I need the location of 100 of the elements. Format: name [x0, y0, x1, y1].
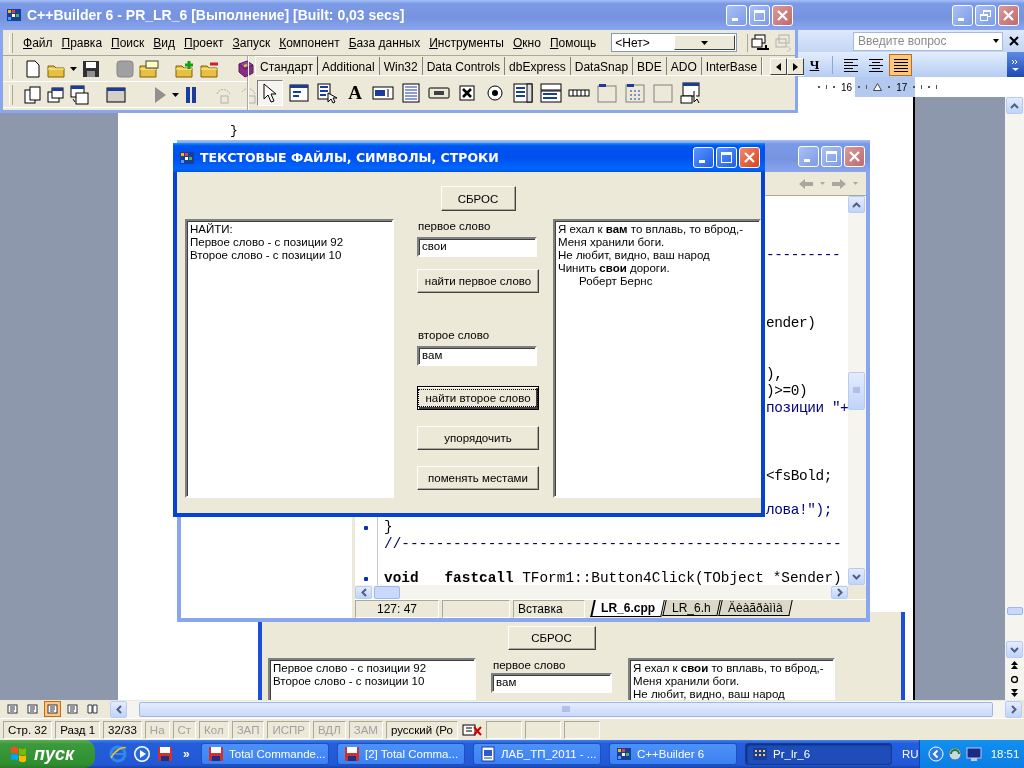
view-units-icon[interactable] [24, 85, 42, 104]
close-button[interactable] [998, 4, 1019, 26]
close-button[interactable] [772, 4, 793, 26]
pause-icon[interactable] [184, 85, 198, 104]
palette-tab[interactable]: Win32 [379, 57, 423, 75]
minimize-button[interactable] [952, 4, 973, 26]
action-button[interactable]: найти второе слово [417, 386, 539, 410]
action-list-icon[interactable] [680, 82, 702, 104]
menu-item[interactable]: Окно [509, 33, 545, 52]
browser-icon[interactable] [109, 745, 127, 763]
scroll-down-button[interactable] [848, 568, 865, 585]
maximize-button[interactable] [749, 4, 770, 26]
menu-item[interactable]: Файл [19, 33, 57, 52]
view-forms-icon[interactable] [47, 85, 65, 104]
monitor-icon[interactable] [965, 746, 982, 762]
main-menu-icon[interactable] [288, 82, 310, 104]
checkbox-icon[interactable] [456, 82, 478, 104]
palette-tab[interactable]: Data Controls [422, 57, 506, 75]
justify-button[interactable] [889, 53, 912, 76]
palette-tab[interactable]: InterBase [701, 57, 763, 75]
target-combo[interactable]: <Нет> [611, 33, 738, 52]
text-field[interactable]: вам [417, 346, 537, 366]
dropdown-caret-icon[interactable] [70, 66, 77, 71]
tab-stop-icon[interactable] [873, 83, 883, 91]
scroll-up-button[interactable] [1006, 97, 1023, 114]
palette-tab[interactable]: Стандарт [255, 56, 318, 75]
label-component-glyph[interactable]: A [343, 81, 367, 105]
palette-scroll-left-button[interactable] [770, 58, 788, 75]
text-field[interactable]: свои [417, 237, 537, 257]
print-view-button[interactable] [44, 701, 61, 717]
toolbar-options-button[interactable] [1007, 52, 1024, 77]
toggle-form-unit-icon[interactable] [70, 84, 90, 105]
normal-view-button[interactable] [4, 701, 21, 717]
palette-tab[interactable]: dbExpress [505, 57, 571, 75]
taskbar-button[interactable]: Pr_lr_6 [745, 743, 892, 765]
restore-button[interactable] [975, 4, 996, 26]
menu-item[interactable]: Инструменты [425, 33, 508, 52]
action-button[interactable]: поменять местами [417, 466, 539, 490]
file-tab[interactable]: LR_6.cpp [590, 600, 665, 617]
action-button[interactable]: упорядочить [417, 426, 539, 450]
action-button[interactable]: найти первое слово [417, 269, 539, 293]
open-project-icon[interactable] [139, 59, 159, 78]
radio-button-icon[interactable] [484, 82, 506, 104]
close-button[interactable] [844, 145, 865, 167]
scroll-right-button[interactable] [831, 585, 848, 599]
new-file-icon[interactable] [24, 59, 42, 78]
popup-menu-icon[interactable] [316, 82, 338, 104]
combo-box-icon[interactable] [540, 82, 562, 104]
menu-item[interactable]: Вид [149, 33, 180, 52]
memo-icon[interactable] [400, 82, 422, 104]
scroll-thumb[interactable] [139, 701, 993, 717]
file-tab[interactable]: Äèàãðàììà [718, 600, 793, 616]
palette-tab[interactable]: ADO [666, 57, 702, 75]
minimize-button[interactable] [693, 147, 714, 168]
scroll-thumb[interactable] [1006, 607, 1023, 615]
memo-field[interactable]: НАЙТИ: Первое слово - с позиции 92 Второе слово - с позиции 10 [185, 219, 394, 498]
file-tab[interactable]: LR_6.h [662, 600, 721, 616]
trace-into-icon[interactable] [239, 85, 259, 104]
list-box-icon[interactable] [512, 82, 534, 104]
chevron-left-icon[interactable] [927, 746, 944, 762]
web-view-button[interactable] [24, 701, 41, 717]
menu-item[interactable]: Компонент [275, 33, 344, 52]
reading-view-button[interactable] [84, 701, 101, 717]
menu-item[interactable]: Поиск [107, 33, 149, 52]
palette-tab[interactable]: Additional [317, 57, 380, 75]
menu-item[interactable]: Проект [180, 33, 228, 52]
maximize-button[interactable] [716, 147, 737, 168]
pointer-button[interactable] [257, 80, 283, 106]
add-file-icon[interactable] [175, 59, 195, 78]
menu-item[interactable]: Запуск [228, 33, 275, 52]
media-player-icon[interactable] [133, 745, 151, 763]
network-icon[interactable] [946, 746, 963, 762]
minimize-button[interactable] [726, 4, 747, 26]
scroll-up-button[interactable] [848, 196, 865, 213]
maximize-button[interactable] [821, 145, 842, 167]
book-icon[interactable] [236, 59, 254, 78]
help-search-field[interactable]: Введите вопрос [853, 31, 1003, 51]
new-form-icon[interactable] [106, 85, 126, 104]
run-triangle-icon[interactable] [153, 85, 167, 104]
underline-button[interactable]: Ч [803, 53, 826, 76]
reset-button[interactable]: СБРОС [507, 626, 596, 650]
palette-tab[interactable]: DataSnap [570, 57, 634, 75]
quick-launch-more[interactable]: » [183, 747, 190, 761]
menu-item[interactable]: Помощь [545, 33, 601, 52]
outline-view-button[interactable] [64, 701, 81, 717]
menu-item[interactable]: Правка [57, 33, 107, 52]
reset-button[interactable]: СБРОС [440, 186, 516, 211]
window-list-icon[interactable] [751, 33, 772, 52]
scroll-right-button[interactable] [1005, 700, 1022, 718]
memo-field[interactable]: Я ехал к вам то вплавь, то вброд,- Меня хранили боги. Не любит, видно, ваш народ Чинить свои дороги. Роберт Бернс [553, 219, 761, 498]
close-button[interactable] [739, 147, 760, 168]
start-button[interactable]: пуск [0, 740, 95, 768]
group-box-icon[interactable] [596, 82, 618, 104]
square-icon[interactable] [116, 59, 134, 78]
minimize-button[interactable] [798, 145, 819, 167]
scroll-left-button[interactable] [355, 585, 372, 599]
scroll-thumb[interactable] [374, 585, 400, 599]
language-indicator[interactable]: RU [902, 748, 919, 760]
close-icon[interactable] [1008, 35, 1020, 47]
palette-scroll-right-button[interactable] [787, 58, 805, 75]
